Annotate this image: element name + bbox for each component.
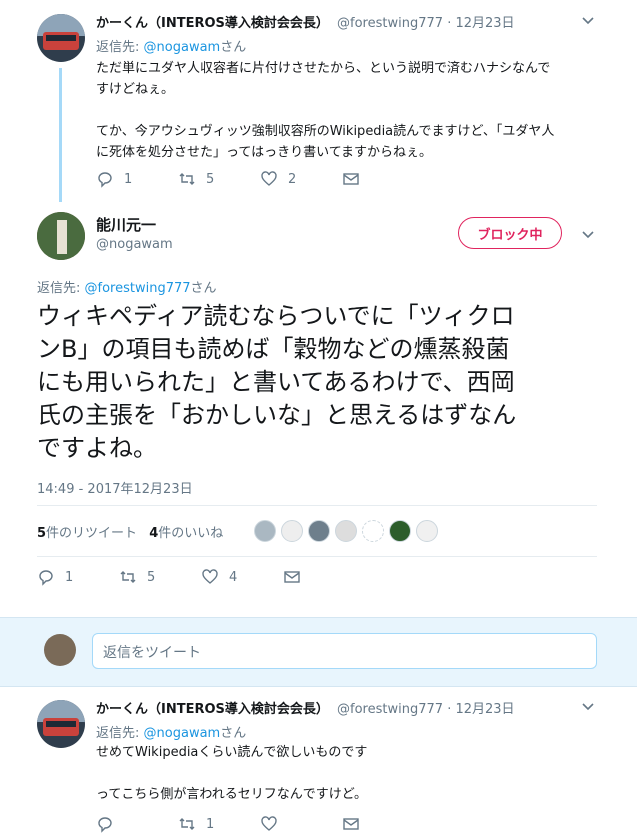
reply-handle-link[interactable]: @forestwing777: [85, 281, 191, 296]
retweet-icon: [179, 818, 195, 830]
retweet-button[interactable]: 1: [178, 815, 260, 833]
avatar[interactable]: [335, 520, 357, 542]
heart-icon: [202, 569, 218, 584]
reply-button[interactable]: [96, 815, 178, 833]
retweet-icon: [179, 173, 195, 185]
reply-composer: 返信をツイート: [0, 617, 637, 687]
chevron-down-icon[interactable]: [580, 226, 596, 242]
author-name[interactable]: 能川元一: [96, 214, 156, 235]
tweet-date[interactable]: 12月23日: [455, 702, 514, 717]
tweet-header: かーくん（INTEROS導入検討会会長） @forestwing777 · 12…: [96, 702, 515, 717]
envelope-icon: [284, 571, 300, 583]
reply-context: 返信先: @nogawamさん: [96, 40, 247, 55]
reply-icon: [39, 570, 53, 586]
reply-input[interactable]: 返信をツイート: [92, 633, 597, 669]
envelope-icon: [343, 173, 359, 185]
like-stat[interactable]: 4件のいいね: [149, 526, 223, 541]
tweet-text-large: ウィキペディア読むならついでに「ツィクロ ンB」の項目も読めば「穀物などの燻蒸殺…: [37, 302, 517, 462]
heart-icon: [261, 816, 277, 831]
divider: [37, 505, 597, 506]
like-button[interactable]: 2: [260, 170, 342, 188]
thread-line: [59, 68, 62, 202]
blocked-button[interactable]: ブロック中: [458, 217, 562, 249]
avatar[interactable]: [389, 520, 411, 542]
tweet-actions: 1: [96, 815, 370, 833]
like-button[interactable]: 4: [201, 568, 283, 586]
reply-icon: [98, 172, 112, 188]
divider: [37, 556, 597, 557]
tweet-header: かーくん（INTEROS導入検討会会長） @forestwing777 · 12…: [96, 16, 515, 31]
dm-button[interactable]: [342, 170, 370, 188]
dm-button[interactable]: [283, 568, 311, 586]
reply-context: 返信先: @forestwing777さん: [37, 281, 217, 296]
tweet-date[interactable]: 12月23日: [455, 16, 514, 31]
envelope-icon: [343, 818, 359, 830]
reply-context: 返信先: @nogawamさん: [96, 726, 247, 741]
avatar[interactable]: [37, 700, 85, 748]
reply-handle-link[interactable]: @nogawam: [144, 726, 221, 741]
tweet-actions: 1 5 2: [96, 170, 370, 188]
avatar[interactable]: [362, 520, 384, 542]
dm-button[interactable]: [342, 815, 370, 833]
retweet-stat[interactable]: 5件のリツイート: [37, 526, 137, 541]
avatar[interactable]: [37, 212, 85, 260]
retweet-button[interactable]: 5: [119, 568, 201, 586]
like-button[interactable]: [260, 815, 342, 833]
avatar[interactable]: [416, 520, 438, 542]
reply-icon: [98, 817, 112, 833]
author-handle[interactable]: @forestwing777: [337, 702, 443, 717]
reply-handle-link[interactable]: @nogawam: [144, 40, 221, 55]
tweet-actions: 1 5 4: [37, 568, 311, 586]
chevron-down-icon[interactable]: [580, 12, 596, 28]
author-name[interactable]: かーくん（INTEROS導入検討会会長）: [96, 702, 329, 717]
heart-icon: [261, 171, 277, 186]
tweet-timestamp[interactable]: 14:49 - 2017年12月23日: [37, 478, 193, 497]
author-handle[interactable]: @forestwing777: [337, 16, 443, 31]
author-name[interactable]: かーくん（INTEROS導入検討会会長）: [96, 16, 329, 31]
liker-avatars: [254, 520, 443, 542]
author-handle[interactable]: @nogawam: [96, 237, 173, 252]
retweet-button[interactable]: 5: [178, 170, 260, 188]
tweet-text: せめてWikipediaくらい読んで欲しいものです ってこちら側が言われるセリフ…: [96, 745, 368, 802]
reply-button[interactable]: 1: [37, 568, 119, 586]
reply-button[interactable]: 1: [96, 170, 178, 188]
chevron-down-icon[interactable]: [580, 698, 596, 714]
avatar[interactable]: [254, 520, 276, 542]
tweet-text: ただ単にユダヤ人収容者に片付けさせたから、という説明で済むハナシなんで すけどね…: [96, 61, 555, 160]
avatar[interactable]: [308, 520, 330, 542]
retweet-icon: [120, 571, 136, 583]
avatar[interactable]: [37, 14, 85, 62]
avatar[interactable]: [281, 520, 303, 542]
tweet-stats: 5件のリツイート 4件のいいね: [37, 522, 223, 541]
avatar[interactable]: [44, 634, 76, 666]
